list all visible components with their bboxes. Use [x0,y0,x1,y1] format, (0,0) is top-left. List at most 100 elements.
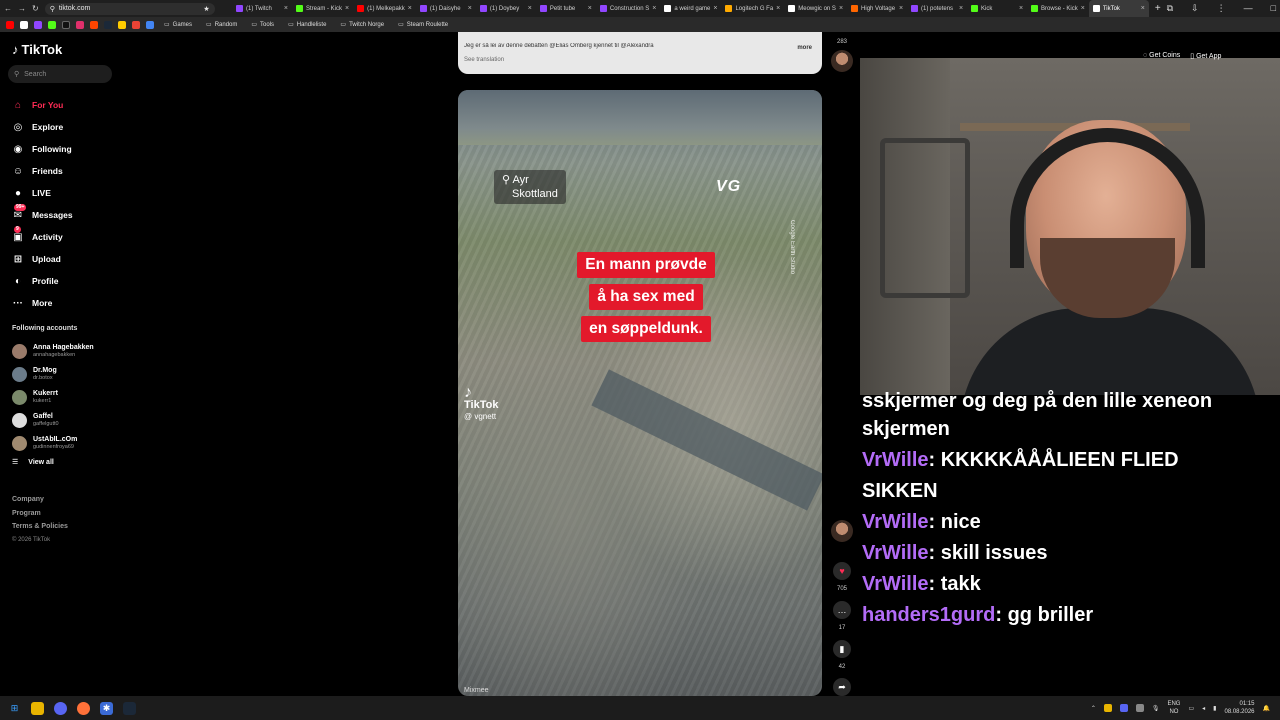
tab-close-icon[interactable]: × [713,5,717,12]
tray-chevron-icon[interactable]: ⌃ [1091,705,1096,712]
caption-more-link[interactable]: more [797,45,812,51]
browser-tab[interactable]: Logitech G Fa × [721,0,784,17]
maximize-icon[interactable]: □ [1271,3,1276,14]
bookmark-folder[interactable]: ▭ Twitch Norge [340,21,384,29]
previous-video-card[interactable]: Jeg er så lei av denne debatten @Elias O… [458,32,822,74]
misc-bookmark-icon[interactable] [118,20,126,29]
browser-tab[interactable]: (1) Daisyhe × [416,0,476,17]
x-bookmark-icon[interactable] [20,20,28,29]
back-icon[interactable]: ← [4,4,12,13]
tab-close-icon[interactable]: × [1019,5,1023,12]
tab-close-icon[interactable]: × [1081,5,1085,12]
nav-item-upload[interactable]: ⊞ Upload [12,248,73,270]
firefox-icon[interactable] [77,701,90,715]
bookmark-folder[interactable]: ▭ Handleliste [288,21,326,29]
nav-item-messages[interactable]: ✉ 99+ Messages [12,204,73,226]
nav-item-following[interactable]: ◉ Following [12,138,73,160]
comment-icon[interactable]: … [833,601,851,619]
tray-app-icon[interactable] [1103,704,1112,712]
steam-icon[interactable] [123,701,136,715]
previous-creator-avatar[interactable] [831,50,853,72]
footer-terms[interactable]: Terms & Policies [12,520,68,534]
discord-icon[interactable] [54,701,67,715]
language-indicator[interactable]: ENG NO [1167,700,1180,716]
menu-icon[interactable]: ⋮ [1217,3,1226,14]
browser-tab[interactable]: Petit tube × [536,0,596,17]
browser-tab[interactable]: High Voltage × [847,0,907,17]
new-tab-icon[interactable]: + [1149,3,1167,14]
tab-close-icon[interactable]: × [959,5,963,12]
tab-close-icon[interactable]: × [588,5,592,12]
get-app-button[interactable]: ▯ Get App [1190,52,1221,60]
tab-close-icon[interactable]: × [408,5,412,12]
nav-item-profile[interactable]: ◐ Profile [12,270,73,292]
tab-close-icon[interactable]: × [899,5,903,12]
reload-icon[interactable]: ↻ [32,4,39,13]
bookmark-folder[interactable]: ▭ Random [206,21,237,29]
browser-tab[interactable]: Construction S × [596,0,660,17]
tab-close-icon[interactable]: × [468,5,472,12]
bookmark-icon[interactable]: ▮ [833,640,851,658]
tiktok-logo[interactable]: ♪ TikTok [12,42,62,57]
app-icon[interactable]: ✱ [100,701,113,715]
steam-bookmark-icon[interactable] [104,20,112,29]
browser-tab[interactable]: Kick × [967,0,1027,17]
browser-tab[interactable]: TikTok × [1088,0,1149,17]
footer-company[interactable]: Company [12,493,68,507]
address-bar[interactable]: ⚲ tiktok.com ★ [44,2,215,15]
download-icon[interactable]: ⇩ [1191,3,1199,14]
browser-tab[interactable]: (1) Melkepakk × [353,0,416,17]
nav-item-for-you[interactable]: ⌂ For You [12,94,73,116]
tab-close-icon[interactable]: × [284,5,288,12]
extensions-icon[interactable]: ⧉ [1167,3,1173,14]
clock[interactable]: 01:15 08.08.2026 [1224,700,1254,716]
start-icon[interactable]: ⊞ [8,702,21,715]
browser-tab[interactable]: (1) Doybey × [476,0,536,17]
browser-tab[interactable]: Stream - Kick × [292,0,353,17]
nav-item-activity[interactable]: ▣ 9 Activity [12,226,73,248]
browser-tab[interactable]: Browse - Kick × [1027,0,1089,17]
bookmark-folder[interactable]: ▭ Tools [251,21,274,29]
view-all-button[interactable]: ☰ View all [12,458,94,467]
youtube-bookmark-icon[interactable] [6,20,14,29]
nav-item-explore[interactable]: ◎ Explore [12,116,73,138]
browser-tab[interactable]: (1) Twitch × [232,0,292,17]
browser-tab[interactable]: Meowgic on S × [784,0,847,17]
file-explorer-icon[interactable] [31,701,44,715]
tab-close-icon[interactable]: × [1141,5,1145,12]
nav-item-live[interactable]: ● LIVE [12,182,73,204]
following-account[interactable]: Gaffel gaffelgutt0 [12,409,94,432]
minimize-icon[interactable]: — [1244,3,1253,14]
tray-usb-icon[interactable] [1135,704,1144,712]
network-icon[interactable]: ▭ [1188,705,1194,712]
nav-item-friends[interactable]: ☺ Friends [12,160,73,182]
google-bookmark-icon[interactable] [146,20,154,29]
video-player[interactable]: ⚲ Ayr Skottland VG En mann prøvde å ha se… [458,90,822,696]
battery-icon[interactable]: ▮ [1213,705,1216,712]
footer-program[interactable]: Program [12,507,68,521]
tab-close-icon[interactable]: × [345,5,349,12]
site-info-icon[interactable]: ⚲ [50,5,55,13]
following-account[interactable]: Anna Hagebakken annahagebakken [12,340,94,363]
see-translation-link[interactable]: See translation [464,57,504,63]
tab-close-icon[interactable]: × [652,5,656,12]
nav-item-more[interactable]: ··· More [12,292,73,314]
creator-avatar[interactable] [831,520,853,542]
tab-close-icon[interactable]: × [839,5,843,12]
bookmark-star-icon[interactable]: ★ [203,5,209,13]
bookmark-folder[interactable]: ▭ Games [164,21,192,29]
search-input[interactable]: ⚲ Search [8,65,112,83]
forward-icon[interactable]: → [18,4,26,13]
gmail-bookmark-icon[interactable] [132,20,140,29]
volume-icon[interactable]: ◂ [1202,705,1205,712]
get-coins-button[interactable]: ◌ Get Coins [1143,52,1180,60]
following-account[interactable]: Dr.Mog dr.botox [12,363,94,386]
like-icon[interactable]: ♥ [833,562,851,580]
reddit-bookmark-icon[interactable] [90,20,98,29]
tiktok-bookmark-icon[interactable] [62,20,70,29]
tray-discord-icon[interactable] [1119,704,1128,712]
twitch-bookmark-icon[interactable] [34,20,42,29]
tab-close-icon[interactable]: × [528,5,532,12]
bookmark-folder[interactable]: ▭ Steam Roulette [398,21,448,29]
tab-close-icon[interactable]: × [776,5,780,12]
